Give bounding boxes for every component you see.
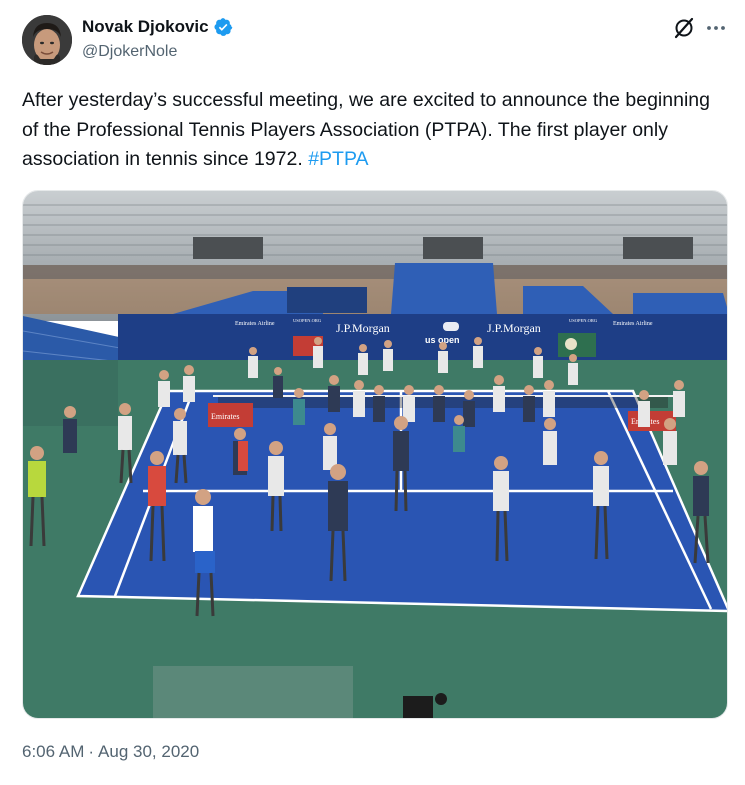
tweet-timestamp[interactable]: 6:06 AM · Aug 30, 2020: [22, 742, 199, 762]
sign-emirates-left: Emirates Airline: [235, 321, 275, 327]
sign-usopen-small-right: USOPEN.ORG: [569, 318, 598, 323]
avatar-image: [22, 15, 72, 65]
sign-jpmorgan-left: J.P.Morgan: [336, 321, 390, 335]
tweet-time[interactable]: 6:06 AM: [22, 742, 84, 762]
tweet-card: Novak Djokovic @DjokerNole After yesterd…: [0, 0, 745, 785]
author-display-name[interactable]: Novak Djokovic: [82, 17, 209, 37]
hashtag-link[interactable]: #PTPA: [308, 148, 368, 170]
author-name-row[interactable]: Novak Djokovic: [82, 17, 233, 37]
sign-emirates-right: Emirates Airline: [613, 321, 653, 327]
photo-image: Emirates Airline USOPEN.ORG J.P.Morgan J…: [23, 191, 727, 718]
sign-jpmorgan-right: J.P.Morgan: [487, 321, 541, 335]
sign-emirates-board-left: Emirates: [211, 412, 239, 421]
more-options-icon[interactable]: [704, 16, 728, 40]
tweet-date[interactable]: Aug 30, 2020: [98, 742, 199, 762]
sign-usopen-small-left: USOPEN.ORG: [293, 318, 322, 323]
author-handle[interactable]: @DjokerNole: [82, 43, 177, 61]
grok-icon[interactable]: [672, 16, 696, 40]
timestamp-separator: ·: [88, 742, 95, 761]
tweet-photo[interactable]: Emirates Airline USOPEN.ORG J.P.Morgan J…: [22, 190, 728, 719]
verified-badge-icon: [213, 17, 233, 37]
avatar[interactable]: [22, 15, 72, 65]
tweet-text: After yesterday’s successful meeting, we…: [22, 86, 722, 175]
